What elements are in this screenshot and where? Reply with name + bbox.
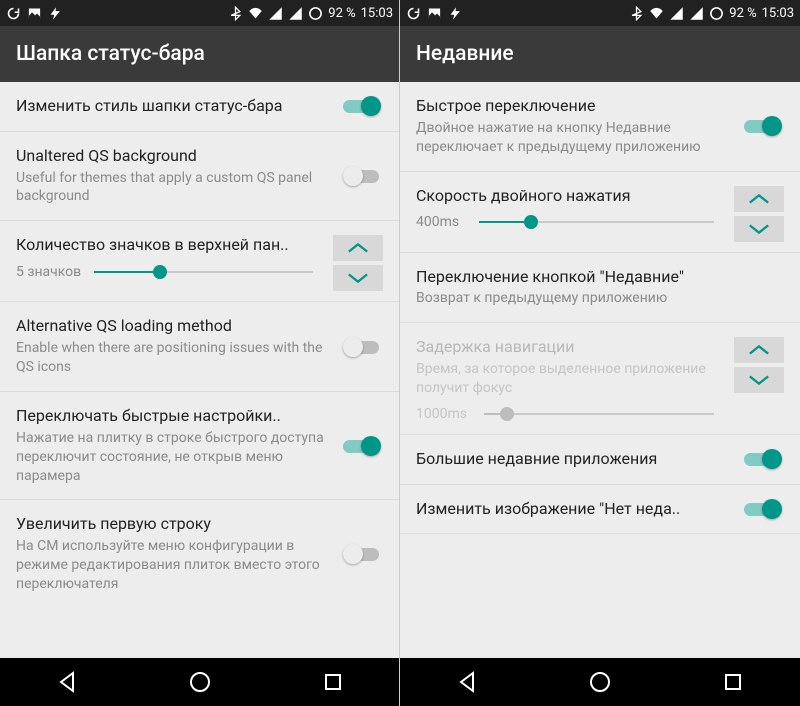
row-unaltered-qs[interactable]: Unaltered QS background Useful for theme… [0,132,399,222]
refresh-icon [406,6,421,21]
nav-recents-button[interactable] [303,662,363,702]
row-title: Изменить стиль шапки статус-бара [16,96,331,117]
row-title: Задержка навигации [416,337,722,358]
signal-icon [669,6,684,21]
statusbar: 92 % 15:03 [400,0,800,26]
clock-text: 15:03 [762,6,794,21]
stepper-double-tap [734,186,784,242]
toggle-expand-first[interactable] [343,544,383,564]
page-title: Шапка статус-бара [16,42,205,66]
nav-back-button[interactable] [37,662,97,702]
row-title: Переключать быстрые настройки.. [16,406,331,427]
row-double-tap-speed[interactable]: Скорость двойного нажатия 400ms [400,172,800,253]
row-title: Большие недавние приложения [416,449,732,470]
appbar: Недавние [400,26,800,82]
stepper-nav-delay [734,337,784,393]
step-up-button[interactable] [734,337,784,363]
slider-icon-count[interactable] [94,262,313,282]
battery-text: 92 % [328,6,355,21]
row-style-header[interactable]: Изменить стиль шапки статус-бара [0,82,399,132]
row-nav-delay: Задержка навигации Время, за которое выд… [400,323,800,435]
row-title: Увеличить первую строку [16,514,331,535]
battery-text: 92 % [729,6,756,21]
nav-back-button[interactable] [437,662,497,702]
appbar: Шапка статус-бара [0,26,399,82]
navbar [0,658,399,706]
row-title: Переключение кнопкой "Недавние" [416,267,784,288]
row-sub: Двойное нажатие на кнопку Недавние перек… [416,119,732,157]
step-down-button[interactable] [734,367,784,393]
image-icon [427,6,442,21]
battery-circle-icon [308,6,323,21]
row-alt-qs-loading[interactable]: Alternative QS loading method Enable whe… [0,302,399,392]
row-sub: Useful for themes that apply a custom QS… [16,169,331,207]
step-up-button[interactable] [333,235,383,261]
toggle-change-image[interactable] [744,499,784,519]
wifi-icon [649,6,664,21]
image-icon [27,6,42,21]
row-expand-first[interactable]: Увеличить первую строку На CM используйт… [0,500,399,607]
nav-recents-button[interactable] [703,662,763,702]
nav-home-button[interactable] [170,662,230,702]
bolt-icon [448,6,463,21]
row-icon-count[interactable]: Количество значков в верхней пан.. 5 зна… [0,221,399,302]
step-up-button[interactable] [734,186,784,212]
content-left[interactable]: Изменить стиль шапки статус-бара Unalter… [0,82,399,658]
nav-home-button[interactable] [570,662,630,702]
row-title: Быстрое переключение [416,96,732,117]
row-sub: Enable when there are positioning issues… [16,339,331,377]
slider-value: 400ms [416,214,471,230]
toggle-alt-qs[interactable] [343,337,383,357]
battery-circle-icon [709,6,724,21]
row-large-recents[interactable]: Большие недавние приложения [400,435,800,485]
row-title: Количество значков в верхней пан.. [16,235,321,256]
row-sub: Возврат к предыдущему приложению [416,289,784,308]
bluetooth-icon [228,6,243,21]
slider-value: 5 значков [16,264,86,280]
row-recents-button-switch[interactable]: Переключение кнопкой "Недавние" Возврат … [400,253,800,324]
toggle-large-recents[interactable] [744,449,784,469]
wifi-icon [248,6,263,21]
signal-icon [689,6,704,21]
row-sub: Нажатие на плитку в строке быстрого дост… [16,429,331,486]
step-down-button[interactable] [333,265,383,291]
content-right[interactable]: Быстрое переключение Двойное нажатие на … [400,82,800,658]
toggle-qs-switch[interactable] [343,436,383,456]
refresh-icon [6,6,21,21]
slider-nav-delay [484,404,714,424]
row-quick-settings-switch[interactable]: Переключать быстрые настройки.. Нажатие … [0,392,399,500]
toggle-fast-switch[interactable] [744,116,784,136]
toggle-unaltered-qs[interactable] [343,166,383,186]
row-sub: Время, за которое выделенное приложение … [416,360,722,398]
bolt-icon [48,6,63,21]
phone-left: 92 % 15:03 Шапка статус-бара Изменить ст… [0,0,400,706]
row-title: Alternative QS loading method [16,316,331,337]
stepper-icon-count [333,235,383,291]
page-title: Недавние [416,42,514,66]
row-title: Unaltered QS background [16,146,331,167]
statusbar: 92 % 15:03 [0,0,399,26]
signal-icon [288,6,303,21]
row-fast-switch[interactable]: Быстрое переключение Двойное нажатие на … [400,82,800,172]
row-sub: На CM используйте меню конфигурации в ре… [16,537,331,594]
toggle-style-header[interactable] [343,96,383,116]
row-title: Скорость двойного нажатия [416,186,722,207]
step-down-button[interactable] [734,216,784,242]
navbar [400,658,800,706]
slider-double-tap[interactable] [479,212,714,232]
bluetooth-icon [629,6,644,21]
slider-value: 1000ms [416,406,476,422]
row-title: Изменить изображение "Нет неда.. [416,499,732,520]
signal-icon [268,6,283,21]
clock-text: 15:03 [361,6,393,21]
row-change-image[interactable]: Изменить изображение "Нет неда.. [400,485,800,535]
phone-right: 92 % 15:03 Недавние Быстрое переключение… [400,0,800,706]
